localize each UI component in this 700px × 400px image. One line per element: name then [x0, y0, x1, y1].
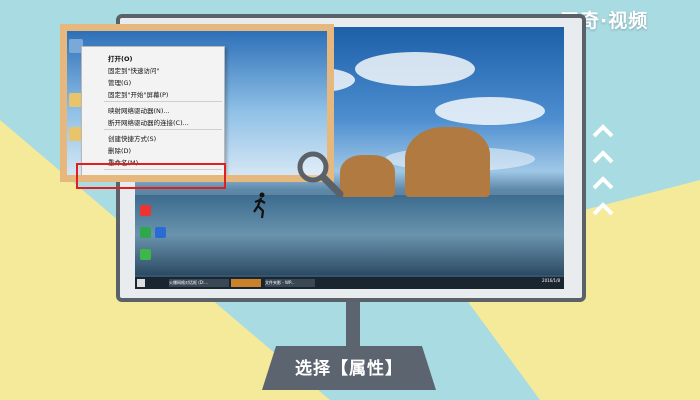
menu-item-create-shortcut[interactable]: 创建快捷方式(S) — [108, 133, 156, 143]
menu-separator — [104, 129, 222, 130]
menu-item-open[interactable]: 打开(O) — [108, 53, 132, 63]
windows-start-icon[interactable] — [137, 279, 145, 287]
monitor-stand — [346, 302, 360, 348]
menu-item-map-drive[interactable]: 映射网络驱动器(N)... — [108, 105, 170, 115]
menu-item-disconnect-drive[interactable]: 断开网络驱动器的连接(C)... — [108, 117, 189, 127]
taskbar-item-3-label: 文件夹影 - WP... — [265, 280, 295, 285]
taskbar-item-3[interactable]: 文件夹影 - WP... — [265, 279, 315, 287]
properties-highlight-box — [76, 163, 226, 189]
step-caption: 选择【属性】 — [295, 359, 403, 379]
menu-item-delete[interactable]: 删除(D) — [108, 145, 131, 155]
menu-separator — [104, 101, 222, 102]
menu-item-pin-start[interactable]: 固定到"开始"屏幕(P) — [108, 89, 168, 99]
sea — [135, 195, 564, 275]
taskbar-item-1[interactable]: 火爆网格对话框 (D:... — [169, 279, 229, 287]
chevron-up-icon — [592, 124, 614, 216]
wps-icon[interactable] — [140, 227, 151, 238]
zoomed-context-panel: 打开(O) 固定到"快速访问" 管理(G) 固定到"开始"屏幕(P) 映射网络驱… — [60, 24, 334, 182]
menu-item-manage[interactable]: 管理(G) — [108, 77, 131, 87]
wechat-icon[interactable] — [140, 249, 151, 260]
context-menu: 打开(O) 固定到"快速访问" 管理(G) 固定到"开始"屏幕(P) 映射网络驱… — [81, 46, 225, 175]
taskbar: 火爆网格对话框 (D:... 文件夹影 - WP... 2016/1/8 — [135, 277, 564, 289]
menu-item-pin-quick-access[interactable]: 固定到"快速访问" — [108, 65, 159, 75]
taskbar-clock: 2016/1/8 — [542, 278, 560, 283]
taskbar-item-1-label: 火爆网格对话框 (D:... — [169, 280, 209, 285]
wps-writer-icon[interactable] — [155, 227, 166, 238]
runner-silhouette — [253, 192, 266, 219]
taskbar-item-2[interactable] — [231, 279, 261, 287]
qq-icon[interactable] — [140, 205, 151, 216]
magnifier-icon — [297, 151, 344, 198]
